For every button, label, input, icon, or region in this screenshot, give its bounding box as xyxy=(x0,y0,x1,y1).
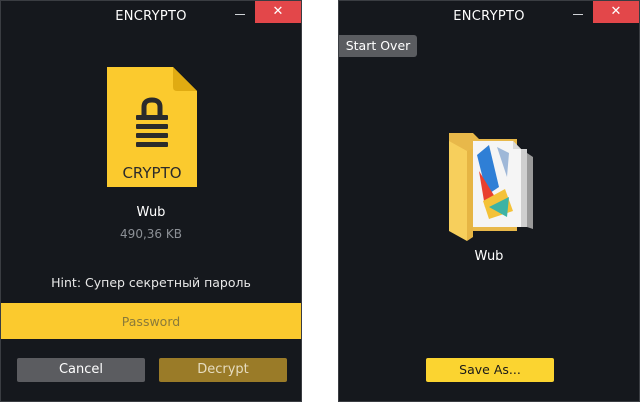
file-name: Wub xyxy=(136,205,166,220)
password-bar xyxy=(1,303,301,339)
encrypto-window-result: ENCRYPTO ✕ Start Over Wub Save As... xyxy=(338,0,640,402)
folder-name: Wub xyxy=(474,249,504,264)
minimize-button[interactable] xyxy=(563,1,593,23)
file-icon-label: CRYPTO xyxy=(122,164,181,182)
file-size: 490,36 KB xyxy=(120,227,182,241)
save-as-button[interactable]: Save As... xyxy=(426,358,554,382)
close-button[interactable]: ✕ xyxy=(593,1,639,23)
password-hint: Hint: Супер секретный пароль xyxy=(51,275,251,290)
title-bar[interactable]: ENCRYPTO ✕ xyxy=(1,1,301,31)
locked-file-icon: CRYPTO xyxy=(107,67,197,187)
encrypto-window-decrypt: ENCRYPTO ✕ CRYPTO Wub 490,36 KB Hint: Су… xyxy=(0,0,302,402)
decrypt-button[interactable]: Decrypt xyxy=(159,358,287,382)
password-input[interactable] xyxy=(1,303,301,339)
title-bar[interactable]: ENCRYPTO ✕ xyxy=(339,1,639,31)
minimize-button[interactable] xyxy=(225,1,255,23)
close-button[interactable]: ✕ xyxy=(255,1,301,23)
start-over-button[interactable]: Start Over xyxy=(339,35,417,57)
cancel-button[interactable]: Cancel xyxy=(17,358,145,382)
folder-icon xyxy=(443,127,539,243)
